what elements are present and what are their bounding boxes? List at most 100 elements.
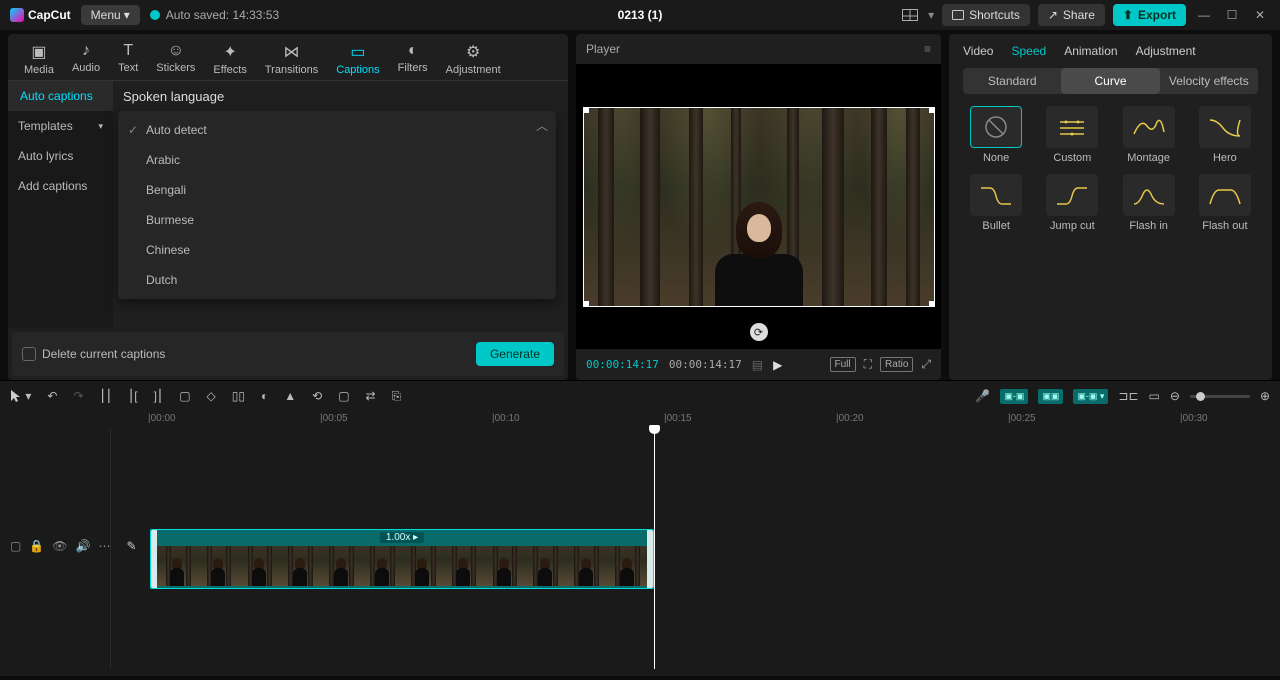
- sidebar-item-auto-captions[interactable]: Auto captions: [8, 81, 113, 111]
- inspector-tab-video[interactable]: Video: [963, 44, 993, 58]
- tool-a[interactable]: ▯▯: [232, 389, 245, 403]
- player-viewport[interactable]: ⟳: [576, 64, 941, 349]
- clip-thumb: [484, 546, 525, 586]
- list-icon[interactable]: ▤: [752, 358, 763, 372]
- video-clip[interactable]: 1.00x ▸: [150, 529, 654, 589]
- zoom-in-button[interactable]: ⊕: [1260, 389, 1270, 403]
- inspector-tab-speed[interactable]: Speed: [1011, 44, 1046, 58]
- curve-montage[interactable]: Montage: [1116, 106, 1182, 164]
- left-tab-filters[interactable]: ◐Filters: [392, 38, 434, 80]
- menu-button[interactable]: Menu▾: [81, 5, 140, 25]
- speed-mode-velocity-effects[interactable]: Velocity effects: [1160, 68, 1258, 94]
- language-option-burmese[interactable]: Burmese: [118, 205, 556, 235]
- tool-b[interactable]: ◐: [261, 389, 268, 403]
- left-tab-text[interactable]: TText: [112, 38, 144, 80]
- clip-thumb: [524, 546, 565, 586]
- clip-thumb: [402, 546, 443, 586]
- crop-tool[interactable]: ▢: [338, 389, 349, 403]
- full-button[interactable]: Full: [830, 357, 856, 372]
- left-tab-captions[interactable]: ▭Captions: [330, 38, 385, 80]
- marker-tool[interactable]: ◇: [207, 389, 216, 403]
- generate-button[interactable]: Generate: [476, 342, 554, 366]
- chevron-down-icon[interactable]: ▾: [928, 8, 934, 22]
- selection-tool[interactable]: ▾: [10, 389, 31, 403]
- maximize-button[interactable]: ☐: [1222, 5, 1242, 25]
- play-button[interactable]: ▶: [773, 358, 782, 372]
- mirror-tool[interactable]: ▲: [284, 389, 296, 403]
- ruler-mark: |00:30: [1180, 413, 1208, 424]
- language-option-dutch[interactable]: Dutch: [118, 265, 556, 295]
- stickers-icon: ☺: [168, 42, 184, 60]
- zoom-slider[interactable]: [1190, 395, 1250, 398]
- curve-jump-cut[interactable]: Jump cut: [1039, 174, 1105, 232]
- speed-mode-curve[interactable]: Curve: [1061, 68, 1159, 94]
- layout-button[interactable]: [900, 5, 920, 25]
- playhead[interactable]: [654, 429, 655, 669]
- left-tab-adjustment[interactable]: ⚙Adjustment: [440, 38, 507, 80]
- shortcuts-button[interactable]: Shortcuts: [942, 4, 1030, 26]
- language-dropdown[interactable]: ︿ Auto detectArabicBengaliBurmeseChinese…: [118, 111, 556, 299]
- left-tab-effects[interactable]: ✦Effects: [207, 38, 252, 80]
- player-menu-icon[interactable]: ≡: [924, 42, 931, 56]
- sidebar-item-auto-lyrics[interactable]: Auto lyrics: [8, 141, 113, 171]
- curve-bullet[interactable]: Bullet: [963, 174, 1029, 232]
- language-option-bengali[interactable]: Bengali: [118, 175, 556, 205]
- export-button[interactable]: ⬆Export: [1113, 4, 1186, 26]
- project-title[interactable]: 0213 (1): [618, 8, 663, 22]
- minimize-button[interactable]: —: [1194, 5, 1214, 25]
- curve-flash-out[interactable]: Flash out: [1192, 174, 1258, 232]
- language-option-arabic[interactable]: Arabic: [118, 145, 556, 175]
- redo-button[interactable]: ↷: [73, 389, 83, 403]
- sidebar-item-templates[interactable]: Templates▾: [8, 111, 113, 141]
- inspector-tab-animation[interactable]: Animation: [1064, 44, 1117, 58]
- tool-f[interactable]: ▭: [1149, 389, 1160, 403]
- time-ruler[interactable]: |00:00|00:05|00:10|00:15|00:20|00:25|00:…: [110, 411, 1280, 429]
- left-tab-audio[interactable]: ♪Audio: [66, 38, 106, 80]
- eye-icon[interactable]: 👁: [52, 539, 67, 553]
- tracks-area[interactable]: ▢ 🔒 👁 🔊 ⋯ ✎ 1.00x ▸: [0, 429, 1280, 669]
- speed-mode-standard[interactable]: Standard: [963, 68, 1061, 94]
- curve-custom[interactable]: Custom: [1039, 106, 1105, 164]
- inspector-panel: VideoSpeedAnimationAdjustment StandardCu…: [949, 34, 1272, 380]
- zoom-out-button[interactable]: ⊖: [1170, 389, 1180, 403]
- crop-icon[interactable]: ⛶: [864, 357, 872, 372]
- mute-icon[interactable]: 🔊: [76, 539, 91, 553]
- sidebar-item-add-captions[interactable]: Add captions: [8, 171, 113, 201]
- share-button[interactable]: ↗Share: [1038, 4, 1105, 26]
- left-tab-media[interactable]: ▣Media: [18, 38, 60, 80]
- curve-flash-in[interactable]: Flash in: [1116, 174, 1182, 232]
- track-settings-icon[interactable]: ▢: [10, 539, 21, 553]
- split-tool[interactable]: ⎮⎮: [99, 389, 112, 403]
- lock-icon[interactable]: 🔒: [29, 539, 44, 553]
- snap-toggle-c[interactable]: ▣-▣ ▾: [1073, 389, 1108, 404]
- magnet-icon[interactable]: ⊐⊏: [1118, 389, 1138, 403]
- mic-icon[interactable]: 🎤: [975, 389, 990, 403]
- tool-e[interactable]: ⎘: [392, 389, 402, 404]
- snap-toggle-a[interactable]: ▣-▣: [1000, 389, 1028, 404]
- close-button[interactable]: ✕: [1250, 5, 1270, 25]
- trim-right-tool[interactable]: ]⎮: [154, 389, 164, 403]
- effects-icon: ✦: [223, 42, 236, 62]
- inspector-tab-adjustment[interactable]: Adjustment: [1136, 44, 1196, 58]
- edit-icon[interactable]: ✎: [126, 539, 136, 553]
- undo-button[interactable]: ↶: [47, 389, 57, 403]
- spoken-language-label: Spoken language: [123, 89, 558, 104]
- more-icon[interactable]: ⋯: [98, 539, 110, 553]
- language-option-chinese[interactable]: Chinese: [118, 235, 556, 265]
- clip-handle-right[interactable]: [647, 530, 653, 588]
- left-tab-transitions[interactable]: ⋈Transitions: [259, 38, 324, 80]
- fullscreen-icon[interactable]: ⤢: [921, 357, 931, 372]
- delete-tool[interactable]: ▢: [179, 389, 190, 403]
- video-frame[interactable]: [583, 107, 935, 307]
- curve-hero[interactable]: Hero: [1192, 106, 1258, 164]
- ratio-button[interactable]: Ratio: [880, 357, 913, 372]
- trim-left-tool[interactable]: ⎮[: [128, 389, 138, 403]
- left-tab-stickers[interactable]: ☺Stickers: [150, 38, 201, 80]
- tool-d[interactable]: ⇄: [366, 389, 376, 403]
- delete-captions-checkbox[interactable]: Delete current captions: [22, 347, 165, 361]
- reload-icon[interactable]: ⟳: [750, 323, 768, 341]
- tool-c[interactable]: ⟲: [312, 389, 322, 403]
- language-option-auto-detect[interactable]: Auto detect: [118, 115, 556, 145]
- snap-toggle-b[interactable]: ▣▣: [1038, 389, 1063, 404]
- curve-none[interactable]: None: [963, 106, 1029, 164]
